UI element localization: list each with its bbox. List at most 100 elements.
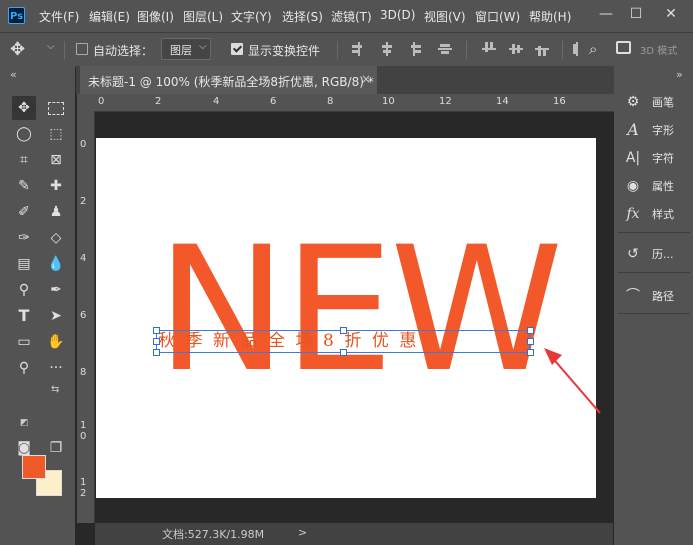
align-bottom-icon[interactable] [535,42,549,56]
transform-handle-left[interactable] [153,338,160,345]
history-icon: ↺ [627,246,639,262]
history-brush-tool-icon[interactable]: ✑ [12,226,36,250]
menu-window[interactable]: 窗口(W) [475,8,520,25]
transform-handle-top[interactable] [340,327,347,334]
show-transform-checkbox[interactable] [231,43,243,55]
menu-help[interactable]: 帮助(H) [529,8,571,25]
transform-handle-bottom[interactable] [340,349,347,356]
transform-handle-top-right[interactable] [527,327,534,334]
tools-panel: « ✥ ◯ ⬚ ⌗ ⊠ ✎ ✚ ✐ ♟ ✑ ◇ ▤ 💧 ⚲ ✒ T ➤ ▭ ✋ … [0,66,75,545]
ruler-v-label: 1 0 [80,420,87,442]
align-vertical-center-icon[interactable] [509,42,523,56]
menu-layer[interactable]: 图层(L) [183,8,223,25]
pen-tool-icon[interactable]: ✒ [44,278,68,302]
paths-icon: ⌒ [626,288,640,304]
panel-paths[interactable]: ⌒ 路径 [620,285,692,307]
transform-handle-bottom-left[interactable] [153,349,160,356]
layer-select-value: 图层 [170,44,192,57]
workspace-icon[interactable] [616,41,631,54]
menu-type[interactable]: 文字(Y) [231,8,272,25]
align-top-icon[interactable] [482,42,496,56]
auto-select-checkbox[interactable] [76,43,88,55]
chevron-down-icon: ⌵ [199,41,207,52]
vertical-ruler[interactable]: 0 2 4 6 8 1 0 1 2 [77,111,95,523]
move-tool-icon[interactable]: ✥ [10,39,25,60]
menu-edit[interactable]: 编辑(E) [89,8,130,25]
document-size-status: 文档:527.3K/1.98M [162,528,265,541]
panel-styles[interactable]: fx 样式 [620,203,692,225]
auto-select-label: 自动选择： [93,44,154,58]
transform-handle-bottom-right[interactable] [527,349,534,356]
maximize-button[interactable]: ☐ [627,4,645,24]
minimize-button[interactable]: — [597,4,615,24]
blur-tool-icon[interactable]: 💧 [44,252,68,276]
search-icon[interactable]: ⌕ [589,40,597,58]
type-tool-icon[interactable]: T [12,304,36,328]
panel-properties[interactable]: ◉ 属性 [620,175,692,197]
frame-tool-icon[interactable]: ⊠ [44,148,68,172]
document-canvas[interactable]: NEW 秋季新品全场8折优惠 [96,138,596,498]
document-tab[interactable]: 未标题-1 @ 100% (秋季新品全场8折优惠, RGB/8) * × [80,66,377,94]
distribute-icon[interactable] [570,42,584,56]
gradient-tool-icon[interactable]: ▤ [12,252,36,276]
healing-brush-tool-icon[interactable]: ✚ [44,174,68,198]
brush-tool-icon[interactable]: ✐ [12,200,36,224]
align-left-icon[interactable] [352,42,366,56]
tool-preset-chevron-down-icon[interactable]: ⌵ [47,41,55,52]
menu-bar: Ps 文件(F) 编辑(E) 图像(I) 图层(L) 文字(Y) 选择(S) 滤… [0,0,693,32]
menu-filter[interactable]: 滤镜(T) [331,8,372,25]
collapse-panel-icon[interactable]: « [10,68,17,81]
menu-image[interactable]: 图像(I) [137,8,174,25]
crop-tool-icon[interactable]: ⌗ [12,148,36,172]
panel-label: 字符 [652,152,674,165]
horizontal-ruler[interactable]: 0 2 4 6 8 10 12 14 16 [94,94,614,112]
menu-file[interactable]: 文件(F) [39,8,79,25]
menu-view[interactable]: 视图(V) [424,8,466,25]
stamp-tool-icon[interactable]: ♟ [44,200,68,224]
status-menu-arrow-icon[interactable]: > [298,526,307,539]
screen-mode-icon[interactable]: ❐ [44,436,68,460]
align-horizontal-center-icon[interactable] [380,42,394,56]
swap-colors-icon[interactable]: ⇆ [51,384,59,395]
brush-settings-icon: ⚙ [626,94,640,110]
path-selection-tool-icon[interactable]: ➤ [44,304,68,328]
move-tool-icon[interactable]: ✥ [12,96,36,120]
align-top-edge-icon[interactable] [438,42,452,56]
panel-brush-settings[interactable]: ⚙ 画笔 [620,91,692,113]
ruler-h-label: 6 [270,96,277,107]
ruler-v-label: 8 [80,367,87,378]
rectangle-tool-icon[interactable]: ▭ [12,330,36,354]
ruler-h-label: 8 [327,96,334,107]
transform-handle-right[interactable] [527,338,534,345]
new-headline-text[interactable]: NEW [156,224,563,396]
panel-label: 画笔 [652,96,674,109]
close-window-button[interactable]: ✕ [662,4,680,24]
panel-divider [618,313,690,314]
lasso-tool-icon[interactable]: ◯ [12,122,36,146]
dodge-tool-icon[interactable]: ⚲ [12,278,36,302]
transform-handle-top-left[interactable] [153,327,160,334]
menu-3d[interactable]: 3D(D) [380,8,415,22]
expand-panels-icon[interactable]: » [676,68,683,81]
auto-select-target-select[interactable]: 图层 ⌵ [161,38,211,60]
more-tools-icon[interactable]: ··· [44,356,68,380]
ruler-h-label: 10 [382,96,395,107]
panel-history[interactable]: ↺ 历... [620,243,692,265]
eyedropper-tool-icon[interactable]: ✎ [12,174,36,198]
document-tab-title: 未标题-1 @ 100% (秋季新品全场8折优惠, RGB/8) * [88,75,374,89]
ruler-h-label: 12 [439,96,452,107]
foreground-color-swatch[interactable] [22,455,46,479]
menu-select[interactable]: 选择(S) [282,8,323,25]
object-selection-tool-icon[interactable]: ⬚ [44,122,68,146]
align-right-icon[interactable] [407,42,421,56]
panel-glyphs[interactable]: A 字形 [620,119,692,141]
default-colors-icon[interactable]: ◩ [20,418,29,428]
ruler-h-label: 0 [98,96,105,107]
zoom-tool-icon[interactable]: ⚲ [12,356,36,380]
hand-tool-icon[interactable]: ✋ [44,330,68,354]
styles-icon: fx [626,206,640,222]
panel-character[interactable]: A| 字符 [620,147,692,169]
eraser-tool-icon[interactable]: ◇ [44,226,68,250]
close-tab-icon[interactable]: × [361,72,371,86]
marquee-tool-icon[interactable] [44,96,68,120]
